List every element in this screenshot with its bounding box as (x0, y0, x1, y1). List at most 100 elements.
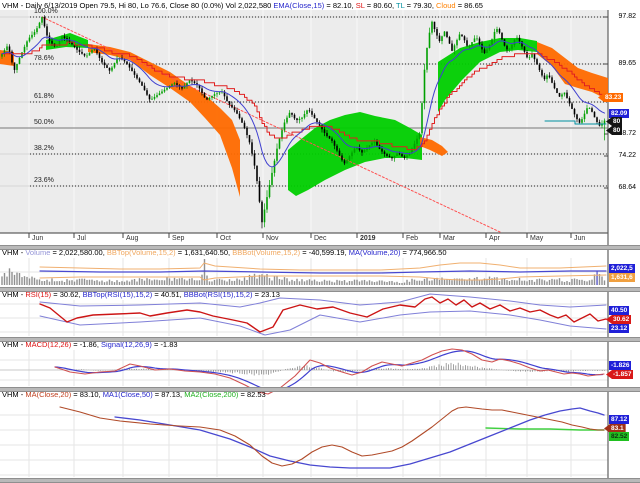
candle-up (31, 35, 33, 38)
volume-bar (36, 280, 37, 285)
candle-up (89, 53, 91, 56)
volume-bar (211, 281, 212, 285)
volume-bar (434, 279, 435, 285)
volume-bar (69, 280, 70, 285)
volume-bar (324, 280, 325, 285)
candle-down (329, 136, 331, 138)
candle-down (251, 142, 253, 153)
candle-down (566, 93, 568, 98)
candle-up (114, 63, 116, 68)
candle-down (126, 61, 128, 64)
volume-bar (564, 282, 565, 285)
candle-up (374, 142, 376, 143)
candle-up (441, 36, 443, 41)
volume-bar (319, 282, 320, 285)
candle-up (564, 93, 566, 95)
volume-bar (549, 280, 550, 285)
volume-bar (229, 279, 230, 285)
candle-up (444, 32, 446, 37)
candle-down (244, 123, 246, 128)
volume-bar (116, 280, 117, 285)
candle-down (254, 153, 256, 165)
candle-up (516, 38, 518, 40)
volume-bar (126, 281, 127, 285)
volume-bar (89, 280, 90, 285)
candle-down (591, 108, 593, 112)
volume-bar (301, 279, 302, 285)
volume-bar (359, 281, 360, 285)
candle-up (6, 46, 8, 50)
candle-up (301, 118, 303, 119)
volume-bar (24, 276, 25, 285)
volume-bar (101, 281, 102, 285)
volume-bar (591, 280, 592, 285)
volume-bar (561, 281, 562, 285)
candle-up (39, 23, 41, 29)
volume-bar (244, 277, 245, 285)
volume-bar (546, 282, 547, 285)
volume-bar (39, 279, 40, 285)
candle-down (339, 151, 341, 156)
candle-down (291, 113, 293, 115)
volume-bar (381, 281, 382, 285)
volume-bar (49, 282, 50, 285)
candle-up (371, 143, 373, 145)
candle-up (349, 156, 351, 160)
candle-down (206, 97, 208, 99)
candle-up (86, 56, 88, 57)
volume-bar (541, 279, 542, 285)
candle-down (46, 26, 48, 35)
volume-bar (54, 281, 55, 285)
candle-down (124, 60, 126, 62)
volume-bar (404, 283, 405, 285)
candle-down (404, 156, 406, 157)
volume-bar (254, 274, 255, 285)
candle-down (314, 115, 316, 119)
volume-bar (99, 281, 100, 285)
volume-bar (379, 280, 380, 285)
candle-down (44, 17, 46, 26)
candle-up (281, 130, 283, 138)
candle-down (569, 98, 571, 103)
candle-down (236, 110, 238, 113)
volume-bar (419, 281, 420, 285)
volume-bar (396, 282, 397, 285)
volume-bar (51, 278, 52, 285)
candle-down (479, 38, 481, 43)
volume-bar (534, 282, 535, 285)
candle-down (99, 53, 101, 58)
volume-bar (4, 273, 5, 285)
candle-up (416, 139, 418, 144)
volume-bar (429, 281, 430, 285)
volume-bar (141, 279, 142, 285)
candle-up (561, 94, 563, 96)
charts-canvas[interactable] (0, 0, 640, 483)
volume-bar (304, 281, 305, 285)
volume-bar (311, 281, 312, 285)
candle-up (584, 114, 586, 119)
candle-down (191, 80, 193, 81)
volume-bar (529, 280, 530, 285)
volume-bar (474, 278, 475, 285)
candle-up (531, 54, 533, 58)
candle-up (271, 173, 273, 185)
volume-bar (129, 282, 130, 285)
candle-up (356, 148, 358, 149)
volume-bar (81, 279, 82, 285)
volume-bar (604, 280, 605, 285)
volume-bar (586, 281, 587, 285)
candle-up (496, 29, 498, 32)
volume-bar (346, 283, 347, 285)
volume-bar (374, 282, 375, 285)
volume-bar (334, 282, 335, 285)
candle-up (29, 38, 31, 42)
candle-up (284, 122, 286, 130)
volume-bar (149, 279, 150, 285)
volume-bar (96, 280, 97, 285)
volume-bar (66, 279, 67, 285)
volume-bar (559, 278, 560, 285)
candle-up (166, 88, 168, 90)
volume-bar (186, 281, 187, 285)
candle-up (486, 49, 488, 53)
volume-bar (286, 278, 287, 285)
